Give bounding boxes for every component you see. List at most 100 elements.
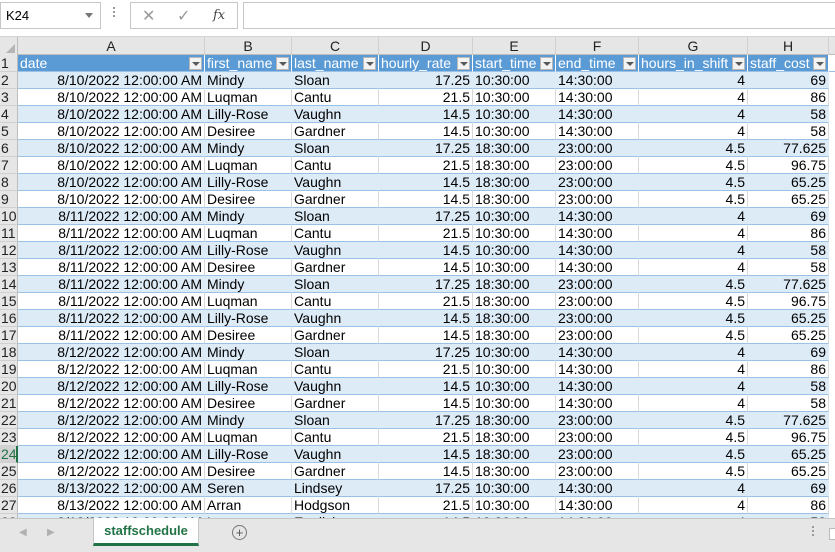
row-header-8[interactable]: 8 xyxy=(0,174,18,191)
cell[interactable]: 10:30:00 xyxy=(473,225,556,242)
cell[interactable]: 21.5 xyxy=(379,225,473,242)
cell[interactable]: 8/10/2022 12:00:00 AM xyxy=(18,72,205,89)
cell[interactable]: 14:30:00 xyxy=(556,72,639,89)
cell[interactable]: 23:00:00 xyxy=(556,446,639,463)
cell[interactable]: Hodgson xyxy=(292,497,379,514)
cell[interactable]: 10:30:00 xyxy=(473,344,556,361)
cell[interactable]: Mindy xyxy=(205,208,292,225)
filter-dropdown-icon[interactable] xyxy=(813,57,826,70)
cell[interactable]: 10:30:00 xyxy=(473,259,556,276)
row-header-10[interactable]: 10 xyxy=(0,208,18,225)
cell[interactable]: Vaughn xyxy=(292,106,379,123)
cell[interactable]: 65.25 xyxy=(748,191,829,208)
filter-dropdown-icon[interactable] xyxy=(457,57,470,70)
cell[interactable]: 8/11/2022 12:00:00 AM xyxy=(18,293,205,310)
cell[interactable]: 14.5 xyxy=(379,310,473,327)
filter-dropdown-icon[interactable] xyxy=(363,57,376,70)
cell[interactable]: 4 xyxy=(639,344,748,361)
empty-cell[interactable] xyxy=(829,106,835,123)
cell[interactable]: 10:30:00 xyxy=(473,72,556,89)
cell[interactable]: 4 xyxy=(639,242,748,259)
cell[interactable]: Lilly-Rose xyxy=(205,446,292,463)
cell[interactable]: 4 xyxy=(639,395,748,412)
cell[interactable]: 4 xyxy=(639,106,748,123)
cell[interactable]: 96.75 xyxy=(748,157,829,174)
cell[interactable]: 14.5 xyxy=(379,174,473,191)
filter-dropdown-icon[interactable] xyxy=(732,57,745,70)
cell[interactable]: Mindy xyxy=(205,344,292,361)
cell[interactable]: 8/12/2022 12:00:00 AM xyxy=(18,463,205,480)
cell[interactable]: 8/10/2022 12:00:00 AM xyxy=(18,106,205,123)
cell[interactable]: 4.5 xyxy=(639,174,748,191)
empty-cell[interactable] xyxy=(829,191,835,208)
column-header-h[interactable]: H xyxy=(748,37,829,55)
cell[interactable]: 21.5 xyxy=(379,89,473,106)
cell[interactable]: 17.25 xyxy=(379,276,473,293)
cell[interactable]: 65.25 xyxy=(748,174,829,191)
cell[interactable]: 4 xyxy=(639,361,748,378)
cell[interactable]: 77.625 xyxy=(748,140,829,157)
cell[interactable]: 18:30:00 xyxy=(473,191,556,208)
row-header-17[interactable]: 17 xyxy=(0,327,18,344)
cell[interactable]: 18:30:00 xyxy=(473,293,556,310)
cell[interactable]: 8/11/2022 12:00:00 AM xyxy=(18,276,205,293)
cell[interactable]: 69 xyxy=(748,480,829,497)
cell[interactable]: 18:30:00 xyxy=(473,310,556,327)
cell[interactable]: 4.5 xyxy=(639,191,748,208)
cell[interactable]: Vaughn xyxy=(292,310,379,327)
cell[interactable]: 77.625 xyxy=(748,276,829,293)
cell[interactable]: 17.25 xyxy=(379,208,473,225)
cell[interactable]: Desiree xyxy=(205,259,292,276)
empty-cell[interactable] xyxy=(829,429,835,446)
cell[interactable]: 23:00:00 xyxy=(556,174,639,191)
cell[interactable]: 8/12/2022 12:00:00 AM xyxy=(18,344,205,361)
column-header-e[interactable]: E xyxy=(473,37,556,55)
cell[interactable]: 8/10/2022 12:00:00 AM xyxy=(18,157,205,174)
cell[interactable]: 14.5 xyxy=(379,259,473,276)
header-cell-last-name[interactable]: last_name xyxy=(292,55,379,72)
cell[interactable]: 14.5 xyxy=(379,106,473,123)
cell[interactable]: Vaughn xyxy=(292,446,379,463)
cell[interactable]: 23:00:00 xyxy=(556,463,639,480)
empty-cell[interactable] xyxy=(829,208,835,225)
cell[interactable]: Luqman xyxy=(205,361,292,378)
header-cell-date[interactable]: date xyxy=(18,55,205,72)
cell[interactable]: 14.5 xyxy=(379,242,473,259)
cell[interactable]: 4.5 xyxy=(639,429,748,446)
cell[interactable]: 86 xyxy=(748,497,829,514)
tab-split-handle-icon[interactable] xyxy=(812,526,814,538)
cell[interactable]: 18:30:00 xyxy=(473,276,556,293)
empty-cell[interactable] xyxy=(829,242,835,259)
row-header-6[interactable]: 6 xyxy=(0,140,18,157)
cell[interactable]: 4 xyxy=(639,123,748,140)
cell[interactable]: Gardner xyxy=(292,123,379,140)
column-header-c[interactable]: C xyxy=(292,37,379,55)
cell[interactable]: 14:30:00 xyxy=(556,344,639,361)
cell[interactable]: 14.5 xyxy=(379,327,473,344)
cell[interactable]: 58 xyxy=(748,395,829,412)
row-header-11[interactable]: 11 xyxy=(0,225,18,242)
row-header-16[interactable]: 16 xyxy=(0,310,18,327)
cell[interactable]: 65.25 xyxy=(748,446,829,463)
cell[interactable]: Vaughn xyxy=(292,174,379,191)
cell[interactable]: 86 xyxy=(748,225,829,242)
empty-cell[interactable] xyxy=(829,327,835,344)
cell[interactable]: 10:30:00 xyxy=(473,378,556,395)
column-header-f[interactable]: F xyxy=(556,37,639,55)
cell[interactable]: 21.5 xyxy=(379,497,473,514)
cell[interactable]: 58 xyxy=(748,106,829,123)
cell[interactable]: Seren xyxy=(205,480,292,497)
cell[interactable]: 18:30:00 xyxy=(473,174,556,191)
empty-cell[interactable] xyxy=(829,446,835,463)
cell[interactable]: 23:00:00 xyxy=(556,157,639,174)
cell[interactable]: 18:30:00 xyxy=(473,140,556,157)
cell[interactable]: Luqman xyxy=(205,157,292,174)
cell[interactable]: 4 xyxy=(639,72,748,89)
cell[interactable]: Desiree xyxy=(205,327,292,344)
empty-cell[interactable] xyxy=(829,123,835,140)
column-header-d[interactable]: D xyxy=(379,37,473,55)
empty-cell[interactable] xyxy=(829,361,835,378)
row-header-18[interactable]: 18 xyxy=(0,344,18,361)
row-header-5[interactable]: 5 xyxy=(0,123,18,140)
cell[interactable]: 17.25 xyxy=(379,140,473,157)
